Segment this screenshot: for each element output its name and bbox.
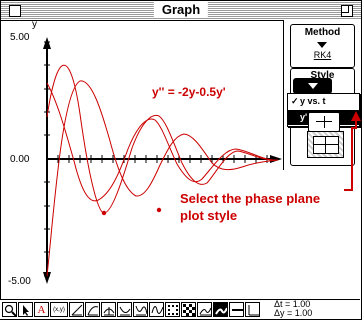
initial-point-2[interactable] bbox=[156, 207, 162, 213]
annotation-text: Select the phase plane plot style bbox=[180, 190, 320, 224]
plot-area[interactable]: y 5.00 0.00 -5.00 y'' = -2y-0.5y' bbox=[2, 21, 283, 299]
arrow-cursor-icon[interactable] bbox=[18, 302, 33, 317]
y-max-label: 5.00 bbox=[10, 32, 30, 43]
style-popup-button[interactable] bbox=[293, 78, 332, 94]
inflection-tool-icon[interactable] bbox=[133, 302, 148, 317]
method-title: Method bbox=[304, 27, 341, 38]
solution-curve-3 bbox=[46, 80, 279, 277]
solution-curve-2 bbox=[46, 82, 279, 202]
magnifier-icon[interactable] bbox=[2, 302, 17, 317]
method-value[interactable]: RK4 bbox=[291, 50, 354, 60]
grid-icon bbox=[313, 136, 339, 154]
curve-plot-icon[interactable] bbox=[197, 302, 212, 317]
wave-tool-icon[interactable] bbox=[149, 302, 164, 317]
grid-pattern-icon[interactable] bbox=[181, 302, 196, 317]
method-box[interactable]: Method RK4 bbox=[290, 24, 355, 68]
x-axis-arrow bbox=[270, 155, 282, 163]
step-size-readout[interactable]: Δt = 1.00 Δy = 1.00 bbox=[274, 300, 312, 318]
axis-toggle-icon[interactable] bbox=[245, 302, 260, 317]
style-popup-arrow-icon bbox=[308, 83, 318, 89]
checkmark-icon: ✓ bbox=[291, 96, 299, 106]
close-box[interactable] bbox=[9, 5, 21, 17]
menu-item-label: y vs. t bbox=[300, 96, 326, 106]
menu-item-y-vs-t[interactable]: ✓ y vs. t bbox=[288, 94, 359, 109]
equation-label: y'' = -2y-0.5y' bbox=[152, 85, 226, 99]
y-min-label: -5.00 bbox=[8, 276, 31, 287]
annotation-line-1: Select the phase plane bbox=[180, 191, 321, 206]
line-tool-icon[interactable] bbox=[69, 302, 84, 317]
grid-style-button[interactable] bbox=[307, 131, 344, 158]
coordinates-tool-icon[interactable]: (x,y) bbox=[50, 302, 68, 317]
annotation-line-2: plot style bbox=[180, 208, 238, 223]
slope-tool-icon[interactable] bbox=[85, 302, 100, 317]
grid-dots-icon[interactable] bbox=[165, 302, 180, 317]
y-axis-label: y bbox=[32, 21, 37, 30]
thick-line-icon[interactable] bbox=[213, 302, 228, 317]
plus-button[interactable] bbox=[308, 112, 340, 132]
tangent-tool-icon[interactable] bbox=[101, 302, 116, 317]
initial-point-1[interactable] bbox=[101, 210, 107, 216]
y-axis-arrow-up bbox=[43, 37, 51, 49]
area-tool-icon[interactable] bbox=[117, 302, 132, 317]
y-zero-label: 0.00 bbox=[10, 154, 30, 165]
text-tool-icon[interactable]: A bbox=[34, 302, 49, 317]
dy-label: Δy = 1.00 bbox=[274, 308, 313, 318]
title-bar[interactable]: Graph bbox=[1, 1, 361, 21]
method-popup-arrow-icon[interactable] bbox=[317, 42, 327, 48]
line-style-icon[interactable] bbox=[229, 302, 244, 317]
window-title: Graph bbox=[153, 2, 209, 18]
zoom-box[interactable] bbox=[341, 5, 353, 17]
